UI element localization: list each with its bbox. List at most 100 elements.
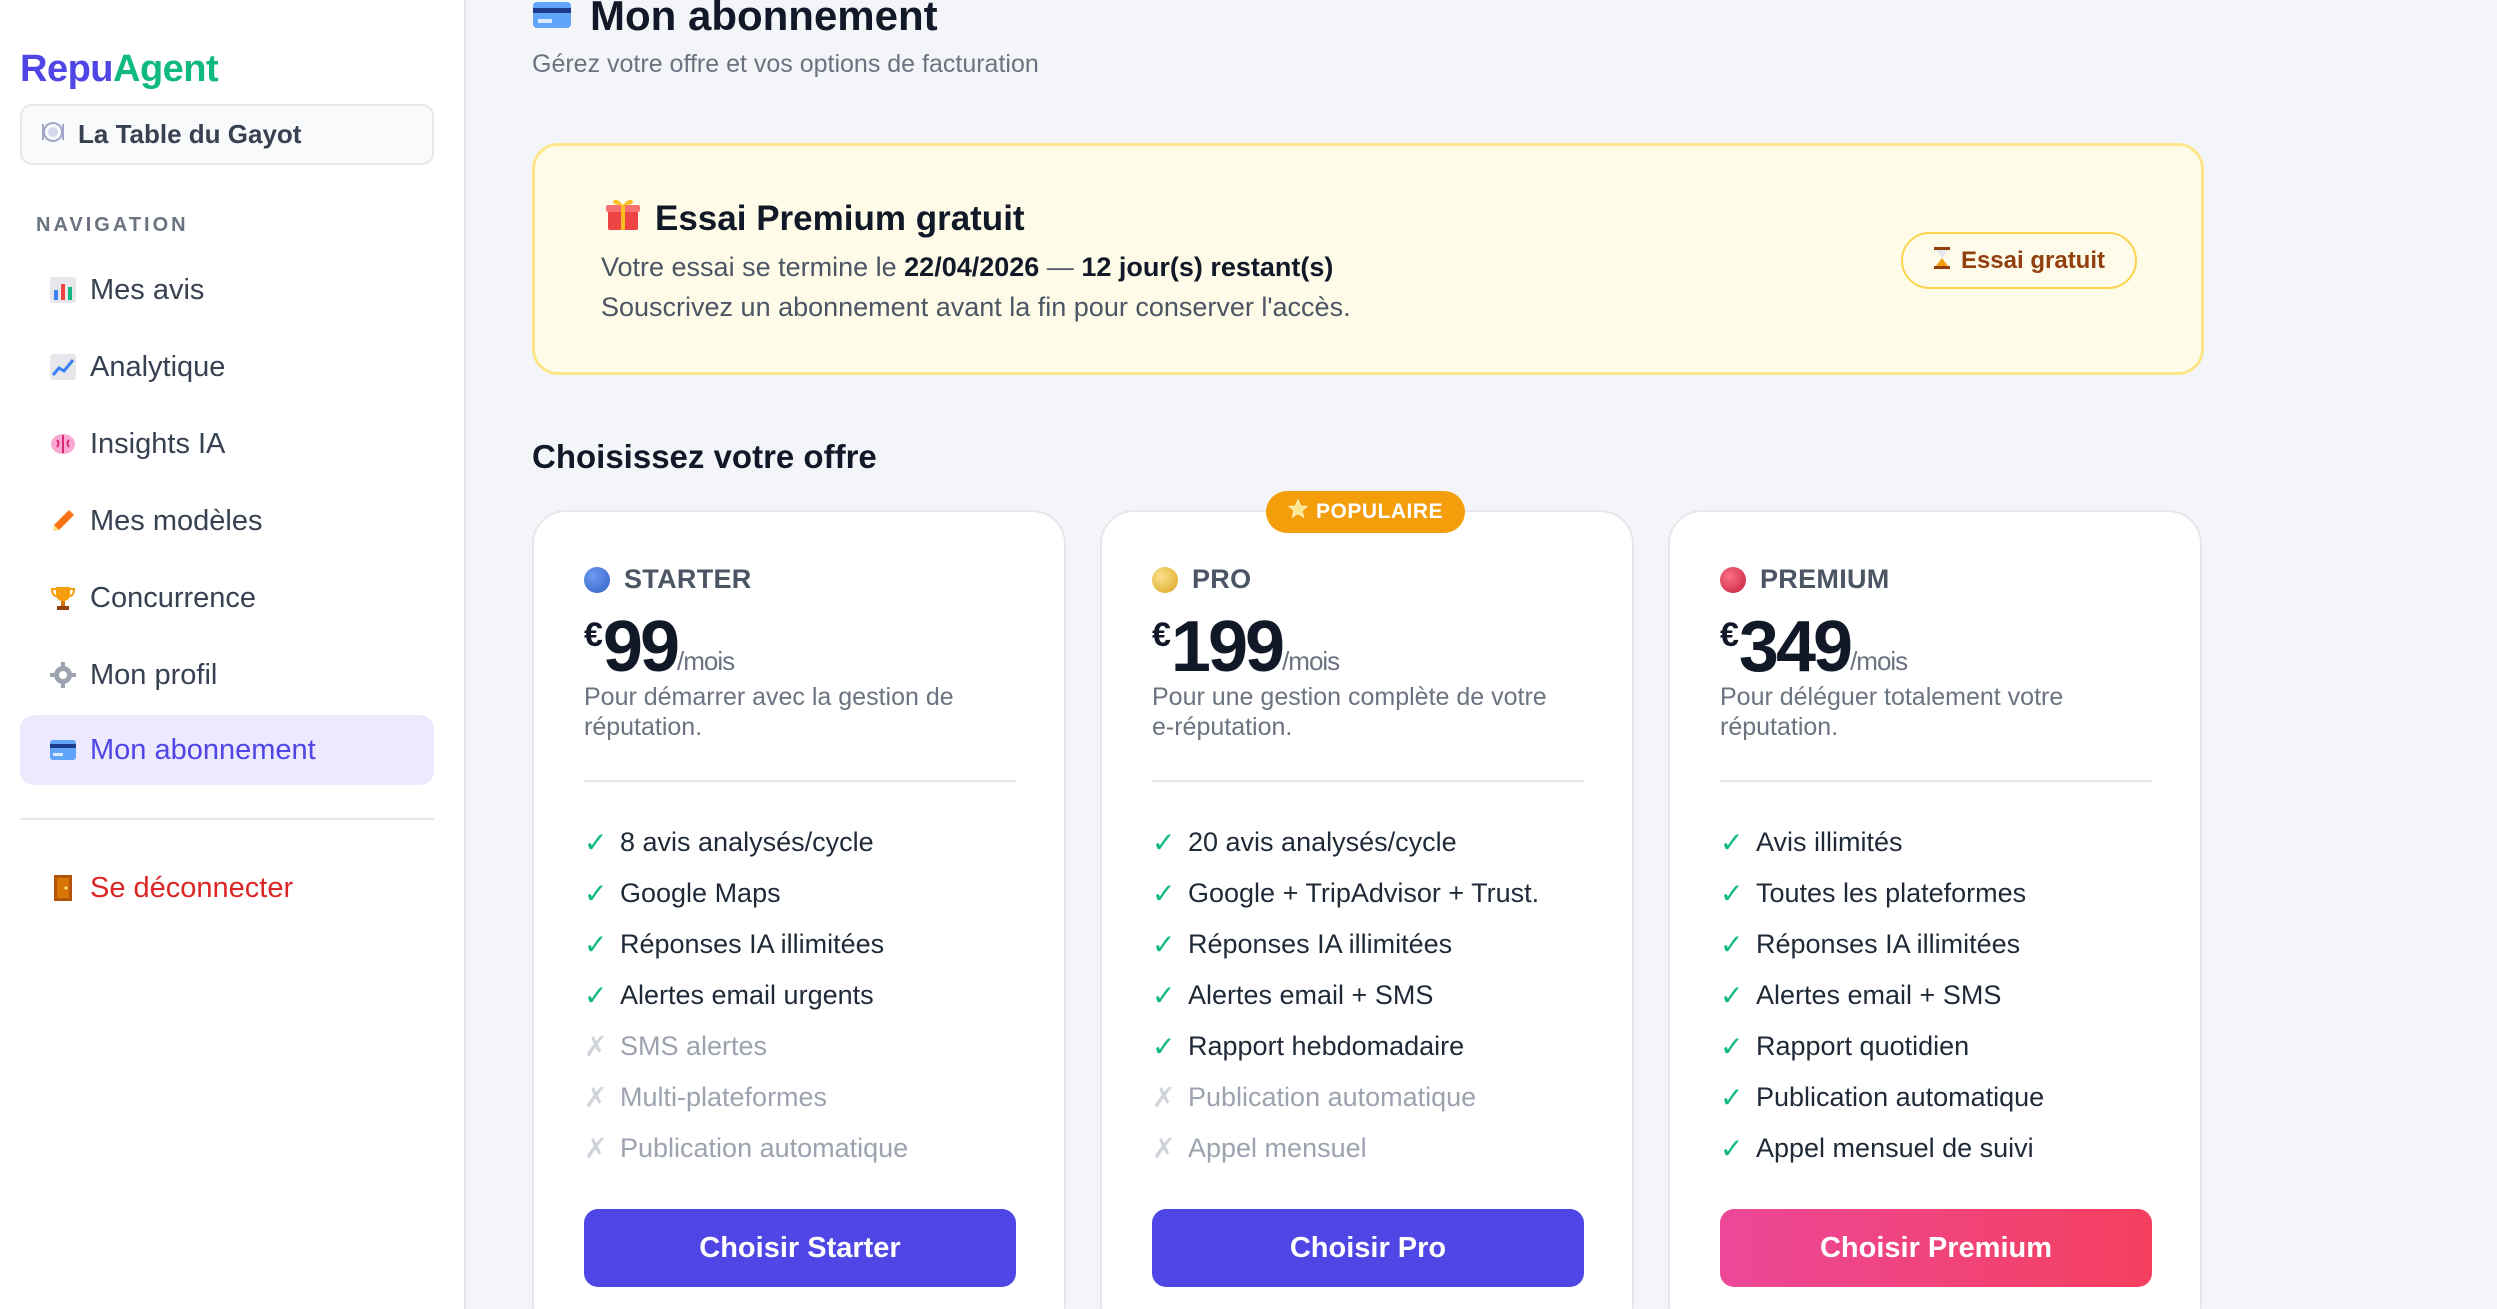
feature-included: ✓ Alertes email + SMS [1720,970,2044,1021]
feature-label: 8 avis analysés/cycle [620,827,874,857]
feature-included: ✓ Rapport hebdomadaire [1152,1021,1539,1072]
trial-banner: Essai Premium gratuit Votre essai se ter… [532,143,2204,375]
trial-status-badge: Essai gratuit [1900,232,2137,289]
plan-features: ✓ 20 avis analysés/cycle ✓ Google + TripAdv… [1152,817,1539,1174]
choose-pro-button[interactable]: Choisir Pro [1152,1209,1584,1287]
hourglass-icon [1933,246,1951,276]
cross-icon: ✗ [1152,1082,1176,1113]
check-icon: ✓ [1152,980,1176,1011]
credit-card-icon [532,0,572,40]
feature-label: Publication automatique [620,1133,909,1163]
plan-card-starter: STARTER €99/mois Pour démarrer avec la g… [532,510,1066,1309]
feature-label: Alertes email + SMS [1756,980,2002,1010]
feature-label: Publication automatique [1188,1082,1477,1112]
feature-included: ✓ Google + TripAdvisor + Trust. [1152,868,1539,919]
feature-included: ✓ Toutes les plateformes [1720,868,2044,919]
feature-included: ✓ Avis illimités [1720,817,2044,868]
plan-price: €349/mois [1720,607,1908,687]
sidebar-item-mon-abonnement[interactable]: Mon abonnement [20,715,434,785]
choose-starter-button[interactable]: Choisir Starter [584,1209,1016,1287]
cross-icon: ✗ [1152,1133,1176,1164]
sidebar: RepuAgent La Table du Gayot NAVIGATION M… [0,0,466,1309]
check-icon: ✓ [1720,1133,1744,1164]
trophy-icon [48,583,78,613]
feature-excluded: ✗ Appel mensuel [1152,1123,1539,1174]
restaurant-name: La Table du Gayot [78,119,302,149]
star-icon [1287,498,1309,525]
plan-dot-icon [1152,566,1178,593]
plan-card-pro: PRO €199/mois Pour une gestion complète … [1100,510,1634,1309]
sidebar-item-analytique[interactable]: Analytique [20,332,434,402]
feature-label: Rapport hebdomadaire [1188,1031,1465,1061]
check-icon: ✓ [584,827,608,858]
check-icon: ✓ [1720,878,1744,909]
card-divider [1720,780,2152,782]
feature-included: ✓ Alertes email + SMS [1152,970,1539,1021]
feature-excluded: ✗ Publication automatique [584,1123,908,1174]
feature-label: Google + TripAdvisor + Trust. [1188,878,1540,908]
feature-label: Appel mensuel de suivi [1756,1133,2034,1163]
sidebar-item-mes-modeles[interactable]: Mes modèles [20,486,434,556]
feature-label: Réponses IA illimitées [1188,929,1453,959]
app-logo[interactable]: RepuAgent [20,48,219,91]
feature-included: ✓ 20 avis analysés/cycle [1152,817,1539,868]
bar-chart-icon [48,275,78,305]
popular-badge: POPULAIRE [1266,491,1466,533]
check-icon: ✓ [584,878,608,909]
feature-included: ✓ Réponses IA illimitées [1720,919,2044,970]
page-title: Mon abonnement [532,0,938,40]
plans-section-title: Choisissez votre offre [532,438,877,475]
restaurant-selector[interactable]: La Table du Gayot [20,104,434,165]
nav-heading: NAVIGATION [36,214,189,236]
check-icon: ✓ [1152,1031,1176,1062]
plan-name: STARTER [584,564,752,595]
plan-features: ✓ 8 avis analysés/cycle ✓ Google Maps ✓ Répon… [584,817,908,1174]
feature-included: ✓ Alertes email urgents [584,970,908,1021]
plan-description: Pour une gestion complète de votre e-rép… [1152,683,1547,741]
plan-features: ✓ Avis illimités ✓ Toutes les plateformes ✓ R… [1720,817,2044,1174]
trial-end-date: 22/04/2026 [904,252,1040,282]
check-icon: ✓ [584,929,608,960]
page-subtitle: Gérez votre offre et vos options de fact… [532,50,1039,78]
feature-included: ✓ Réponses IA illimitées [1152,919,1539,970]
sidebar-item-mes-avis[interactable]: Mes avis [20,255,434,325]
trial-days-left: 12 jour(s) restant(s) [1081,252,1334,282]
feature-label: Multi-plateformes [620,1082,828,1112]
plan-name: PREMIUM [1720,564,1890,595]
brain-icon [48,429,78,459]
plan-dot-icon [584,566,610,593]
card-divider [1152,780,1584,782]
choose-premium-button[interactable]: Choisir Premium [1720,1209,2152,1287]
plan-card-premium: PREMIUM €349/mois Pour déléguer totaleme… [1668,510,2202,1309]
feature-label: Appel mensuel [1188,1133,1367,1163]
feature-excluded: ✗ SMS alertes [584,1021,908,1072]
trial-end-text: Votre essai se termine le 22/04/2026 — 1… [601,252,1334,282]
plan-dot-icon [1720,566,1746,593]
logout-button[interactable]: Se déconnecter [20,853,434,923]
sidebar-item-insights-ia[interactable]: Insights IA [20,409,434,479]
feature-label: Rapport quotidien [1756,1031,1970,1061]
check-icon: ✓ [1720,1031,1744,1062]
check-icon: ✓ [1152,929,1176,960]
cross-icon: ✗ [584,1133,608,1164]
plan-name: PRO [1152,564,1251,595]
check-icon: ✓ [584,980,608,1011]
sidebar-item-mon-profil[interactable]: Mon profil [20,640,434,710]
door-icon [48,871,78,905]
feature-included: ✓ Google Maps [584,868,908,919]
plan-price: €99/mois [584,607,735,687]
feature-label: Alertes email + SMS [1188,980,1434,1010]
credit-card-icon [48,735,78,765]
gift-icon [605,196,641,241]
sidebar-divider [20,818,434,820]
trial-title: Essai Premium gratuit [605,196,1025,241]
pencil-icon [48,506,78,536]
check-icon: ✓ [1720,980,1744,1011]
check-icon: ✓ [1720,929,1744,960]
plan-description: Pour démarrer avec la gestion de réputat… [584,683,954,741]
sidebar-item-concurrence[interactable]: Concurrence [20,563,434,633]
cross-icon: ✗ [584,1082,608,1113]
trial-subscribe-hint: Souscrivez un abonnement avant la fin po… [601,292,1351,322]
check-icon: ✓ [1152,827,1176,858]
feature-label: Réponses IA illimitées [1756,929,2021,959]
